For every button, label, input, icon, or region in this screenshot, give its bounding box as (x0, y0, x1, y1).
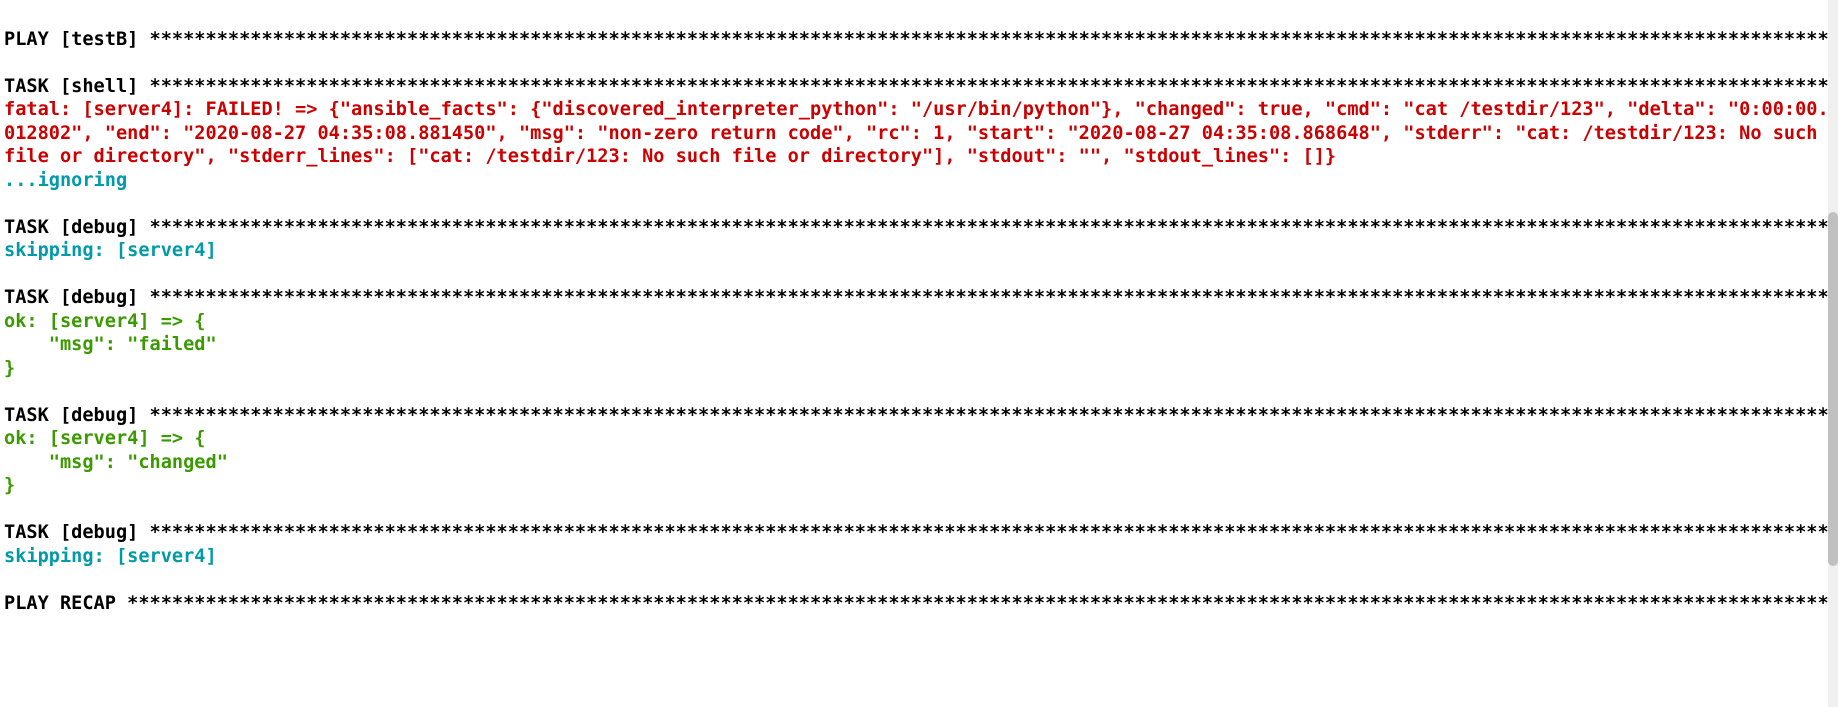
scrollbar-thumb[interactable] (1828, 212, 1838, 566)
output-line: } (4, 358, 15, 379)
output-line: skipping: [server4] (4, 240, 217, 261)
output-line: } (4, 475, 15, 496)
output-line: TASK [debug] ***************************… (4, 217, 1829, 238)
output-line: TASK [debug] ***************************… (4, 287, 1829, 308)
output-line: PLAY RECAP *****************************… (4, 593, 1829, 614)
output-line: ok: [server4] => { (4, 311, 206, 332)
output-line: PLAY [testB] ***************************… (4, 29, 1829, 50)
output-line: "msg": "failed" (4, 334, 217, 355)
scrollbar[interactable] (1828, 0, 1838, 707)
output-line: TASK [debug] ***************************… (4, 405, 1829, 426)
output-line: fatal: [server4]: FAILED! => {"ansible_f… (4, 99, 1829, 167)
output-line: TASK [shell] ***************************… (4, 76, 1829, 97)
output-line: ...ignoring (4, 170, 127, 191)
ansible-output-terminal[interactable]: PLAY [testB] ***************************… (0, 0, 1838, 615)
output-line: TASK [debug] ***************************… (4, 522, 1829, 543)
output-line: skipping: [server4] (4, 546, 217, 567)
output-line: "msg": "changed" (4, 452, 228, 473)
output-line: ok: [server4] => { (4, 428, 206, 449)
